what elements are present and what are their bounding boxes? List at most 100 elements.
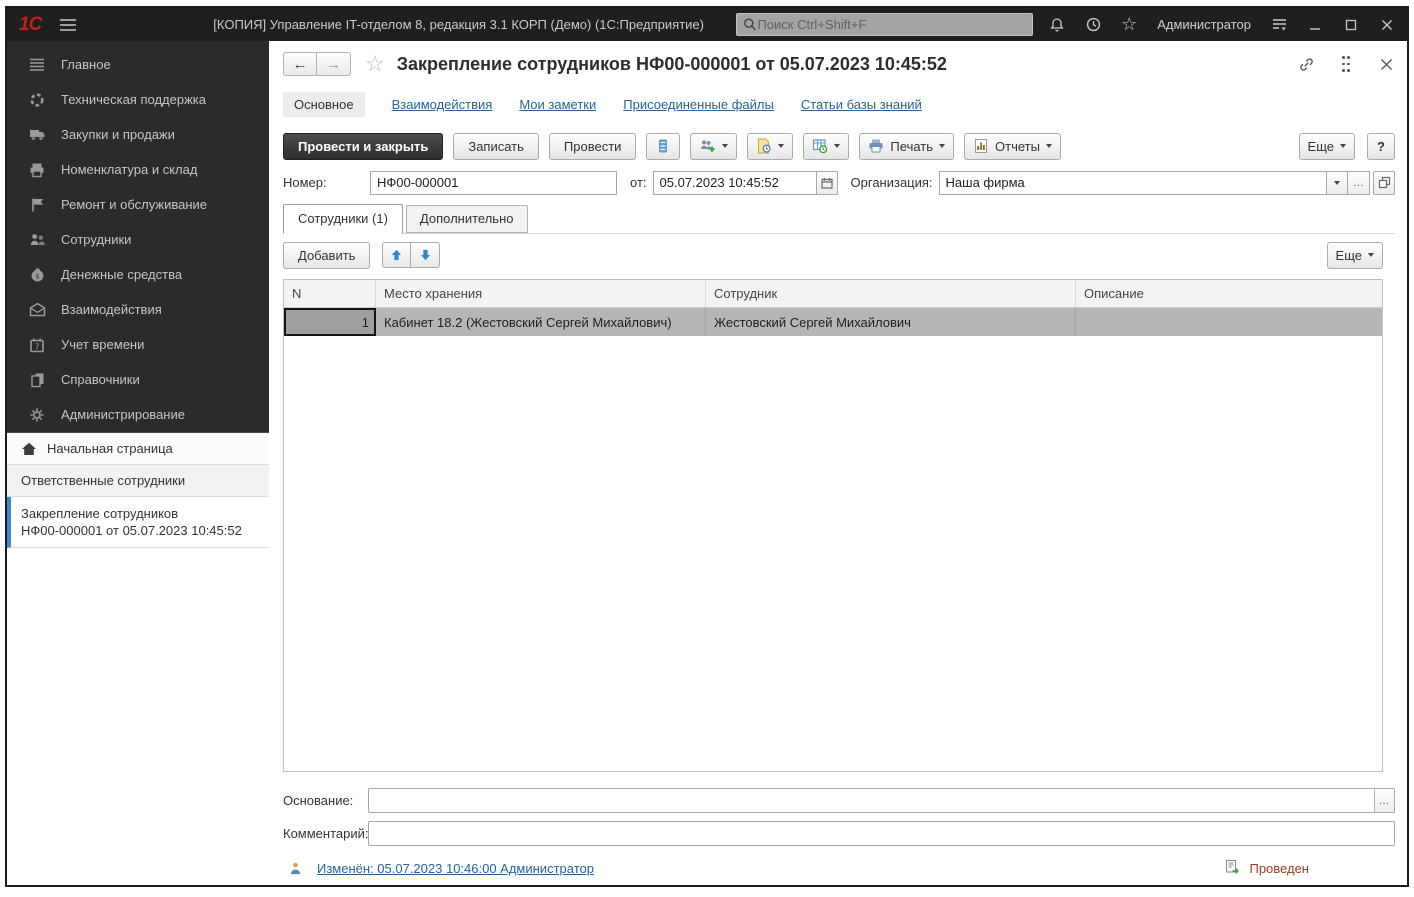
- cell-description[interactable]: [1076, 308, 1382, 336]
- search-icon: [744, 18, 757, 31]
- nav-main[interactable]: Основное: [283, 91, 365, 117]
- favorite-star-icon[interactable]: ☆: [365, 51, 385, 77]
- tab-employees[interactable]: Сотрудники (1): [283, 204, 403, 234]
- sidebar-item-zakupki[interactable]: Закупки и продажи: [7, 117, 269, 152]
- col-header-employee[interactable]: Сотрудник: [706, 280, 1076, 307]
- reason-choose-button[interactable]: …: [1374, 789, 1394, 812]
- add-row-button[interactable]: Добавить: [283, 241, 371, 269]
- lifering-icon: [28, 92, 46, 108]
- window-tab-label-line1: Закрепление сотрудников: [21, 506, 179, 521]
- minimize-button[interactable]: [1305, 15, 1325, 35]
- open-in-new-icon: [1378, 176, 1390, 189]
- organization-choose-button[interactable]: …: [1348, 170, 1370, 195]
- calendar-icon: 7: [28, 337, 46, 353]
- col-header-description[interactable]: Описание: [1076, 280, 1382, 307]
- organization-open-button[interactable]: [1373, 170, 1395, 195]
- sidebar-item-uchet-vremeni[interactable]: 7 Учет времени: [7, 327, 269, 362]
- reason-field[interactable]: [369, 789, 1374, 812]
- nav-kb-articles[interactable]: Статьи базы знаний: [801, 97, 922, 112]
- notifications-bell-icon[interactable]: [1047, 15, 1067, 35]
- sidebar-item-label: Номенклатура и склад: [61, 162, 198, 177]
- sidebar-item-remont[interactable]: Ремонт и обслуживание: [7, 187, 269, 222]
- sidebar-item-sotrudniki[interactable]: Сотрудники: [7, 222, 269, 257]
- move-up-button[interactable]: [382, 242, 412, 268]
- window-tab-label: Ответственные сотрудники: [21, 473, 186, 488]
- search-input[interactable]: [757, 17, 1027, 32]
- tab-strip: Сотрудники (1) Дополнительно: [283, 204, 1395, 234]
- page-title: Закрепление сотрудников НФ00-000001 от 0…: [396, 53, 947, 74]
- cell-employee[interactable]: Жестовский Сергей Михайлович: [706, 308, 1076, 336]
- number-label: Номер:: [283, 175, 327, 190]
- document-tasks-button[interactable]: [747, 132, 794, 160]
- table-row[interactable]: 1 Кабинет 18.2 (Жестовский Сергей Михайл…: [284, 308, 1382, 336]
- more-button[interactable]: Еще: [1298, 132, 1355, 160]
- arrow-up-icon: [392, 249, 402, 261]
- post-and-close-button[interactable]: Провести и закрыть: [283, 132, 444, 160]
- report-chart-icon: [975, 139, 988, 153]
- document-fields: Номер: от: Организация: …: [283, 170, 1395, 195]
- maximize-button[interactable]: [1341, 15, 1361, 35]
- main-menu-icon[interactable]: [59, 18, 77, 32]
- organization-dropdown-button[interactable]: [1326, 170, 1348, 195]
- col-header-n[interactable]: N: [284, 280, 376, 307]
- grid-more-label: Еще: [1335, 247, 1362, 263]
- get-link-icon[interactable]: [1297, 55, 1315, 73]
- printer-box-icon: [28, 162, 46, 178]
- close-document-icon[interactable]: [1377, 55, 1395, 73]
- nav-my-notes[interactable]: Мои заметки: [519, 97, 596, 112]
- dropdown-caret: [939, 144, 946, 148]
- history-icon[interactable]: [1083, 15, 1103, 35]
- post-button[interactable]: Провести: [548, 132, 637, 160]
- number-field[interactable]: [370, 170, 617, 195]
- save-button[interactable]: Записать: [453, 132, 539, 160]
- sidebar-item-glavnoe[interactable]: Главное: [7, 47, 269, 82]
- settings-menu-icon[interactable]: [1269, 15, 1289, 35]
- pages-icon: [28, 372, 46, 388]
- titlebar: 1С [КОПИЯ] Управление IT-отделом 8, реда…: [7, 8, 1407, 41]
- sidebar-item-nomenklatura[interactable]: Номенклатура и склад: [7, 152, 269, 187]
- grid-more-button[interactable]: Еще: [1326, 241, 1383, 269]
- window-tab-current-document[interactable]: Закрепление сотрудников НФ00-000001 от 0…: [7, 497, 269, 548]
- nav-interactions[interactable]: Взаимодействия: [392, 97, 493, 112]
- back-button[interactable]: ←: [283, 52, 317, 76]
- sidebar-item-spravochniki[interactable]: Справочники: [7, 362, 269, 397]
- schedule-button[interactable]: [803, 132, 850, 160]
- document-clock-icon: [758, 138, 772, 154]
- sidebar-item-vzaimodeystviya[interactable]: Взаимодействия: [7, 292, 269, 327]
- table-empty-area[interactable]: [284, 336, 1382, 771]
- employees-table: N Место хранения Сотрудник Описание 1 Ка…: [283, 279, 1383, 772]
- document-header: ← → ☆ Закрепление сотрудников НФ00-00000…: [283, 49, 1395, 79]
- calendar-icon: [820, 177, 833, 189]
- window-tab-responsible-employees[interactable]: Ответственные сотрудники: [7, 465, 269, 497]
- sidebar-item-tehpodderzhka[interactable]: Техническая поддержка: [7, 82, 269, 117]
- organization-field[interactable]: [938, 170, 1326, 195]
- date-field[interactable]: [652, 170, 816, 195]
- nav-attached-files[interactable]: Присоединенные файлы: [623, 97, 774, 112]
- dropdown-caret: [778, 144, 785, 148]
- favorites-star-icon[interactable]: ☆: [1119, 14, 1139, 35]
- cell-row-number[interactable]: 1: [284, 308, 376, 336]
- modified-history-link[interactable]: Изменён: 05.07.2023 10:46:00 Администрат…: [317, 861, 594, 876]
- comment-field[interactable]: [369, 822, 1394, 845]
- date-picker-button[interactable]: [815, 170, 838, 195]
- col-header-place[interactable]: Место хранения: [376, 280, 706, 307]
- close-window-button[interactable]: [1377, 15, 1397, 35]
- dropdown-caret: [1334, 180, 1340, 185]
- sidebar-item-label: Главное: [61, 57, 111, 72]
- more-menu-kebab-icon[interactable]: [1337, 55, 1355, 73]
- tab-additional[interactable]: Дополнительно: [405, 205, 528, 233]
- move-down-button[interactable]: [411, 242, 441, 268]
- sidebar-item-administrirovanie[interactable]: Администрирование: [7, 397, 269, 432]
- comment-label: Комментарий:: [283, 826, 369, 841]
- add-user-button[interactable]: [690, 132, 738, 160]
- forward-button[interactable]: →: [317, 52, 351, 76]
- reports-button[interactable]: Отчеты: [964, 132, 1061, 160]
- print-button[interactable]: Печать: [859, 132, 955, 160]
- register-records-button[interactable]: [646, 132, 681, 160]
- cell-storage-place[interactable]: Кабинет 18.2 (Жестовский Сергей Михайлов…: [376, 308, 706, 336]
- current-user[interactable]: Администратор: [1157, 17, 1251, 32]
- window-tab-home[interactable]: Начальная страница: [7, 433, 269, 465]
- global-search[interactable]: [736, 13, 1034, 36]
- help-button[interactable]: ?: [1367, 132, 1395, 160]
- sidebar-item-denezhnye[interactable]: s Денежные средства: [7, 257, 269, 292]
